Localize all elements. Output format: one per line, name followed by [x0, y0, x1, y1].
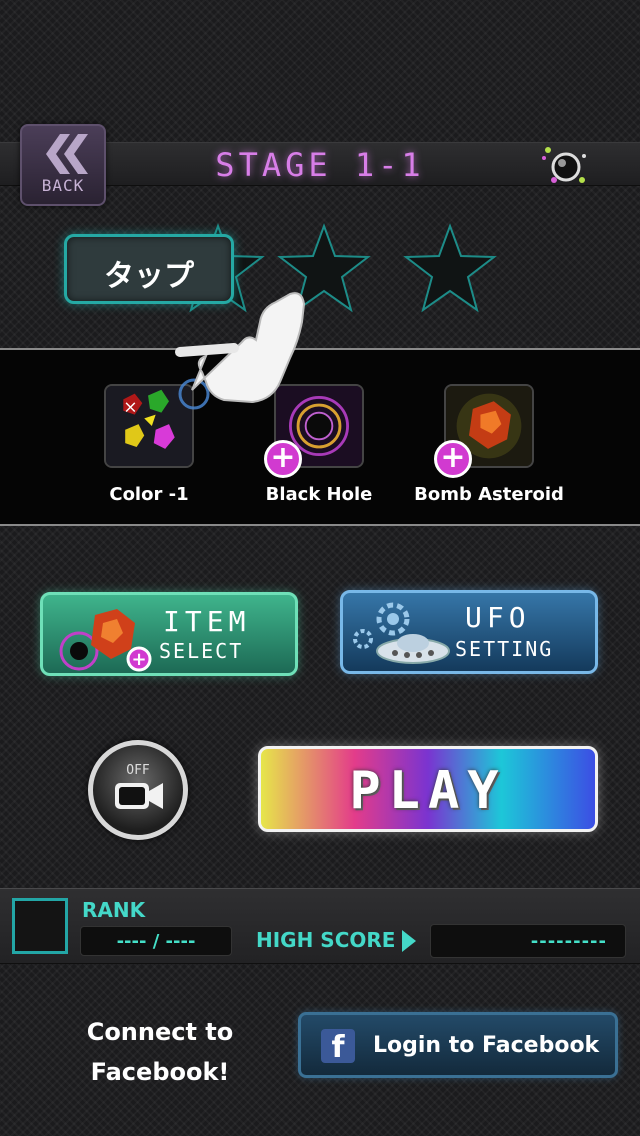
item-select-button[interactable]: + ITEM SELECT [40, 592, 298, 676]
item-select-subtitle: SELECT [159, 639, 244, 663]
double-chevron-left-icon [46, 134, 88, 174]
facebook-icon: f [321, 1029, 355, 1065]
orb-menu-icon[interactable] [540, 144, 588, 188]
pointing-hand-icon [175, 292, 306, 410]
high-score-label: HIGH SCORE [256, 928, 396, 952]
add-black-hole-button[interactable]: + [264, 440, 302, 478]
svg-text:×: × [123, 398, 137, 418]
play-button[interactable]: PLAY [258, 746, 598, 832]
video-record-state: OFF [126, 763, 150, 778]
rank-label: RANK [82, 898, 146, 922]
rank-value: ---- / ---- [116, 931, 196, 952]
ufo-setting-subtitle: SETTING [455, 637, 554, 661]
item-color-label: Color -1 [109, 484, 189, 505]
add-bomb-asteroid-button[interactable]: + [434, 440, 472, 478]
svg-text:+: + [131, 649, 146, 670]
video-camera-icon [115, 783, 163, 809]
back-label: BACK [41, 176, 85, 195]
item-select-art-icon: + [59, 609, 152, 672]
ufo-setting-title: UFO [465, 601, 531, 634]
avatar [12, 898, 68, 954]
ufo-setting-button[interactable]: UFO SETTING [340, 590, 598, 674]
login-facebook-button[interactable]: f Login to Facebook [298, 1012, 618, 1078]
star-3-icon [403, 223, 497, 313]
connect-facebook-line2: Facebook! [90, 1058, 230, 1086]
stage-title: STAGE 1-1 [215, 146, 425, 184]
back-button[interactable]: BACK [20, 124, 106, 206]
high-score-value: --------- [530, 931, 607, 952]
item-select-title: ITEM [163, 605, 251, 638]
play-label: PLAY [349, 761, 507, 821]
item-black-hole-label: Black Hole [265, 484, 373, 505]
play-arrow-icon [402, 930, 416, 952]
high-score-box: --------- [430, 924, 626, 958]
login-facebook-label: Login to Facebook [373, 1033, 600, 1058]
ufo-gear-icon [353, 602, 450, 664]
video-record-toggle[interactable]: OFF [88, 740, 188, 840]
connect-facebook-text: Connect to Facebook! [70, 1012, 250, 1092]
connect-facebook-line1: Connect to [86, 1018, 234, 1046]
item-bomb-asteroid-label: Bomb Asteroid [414, 484, 564, 505]
rank-value-box: ---- / ---- [80, 926, 232, 956]
